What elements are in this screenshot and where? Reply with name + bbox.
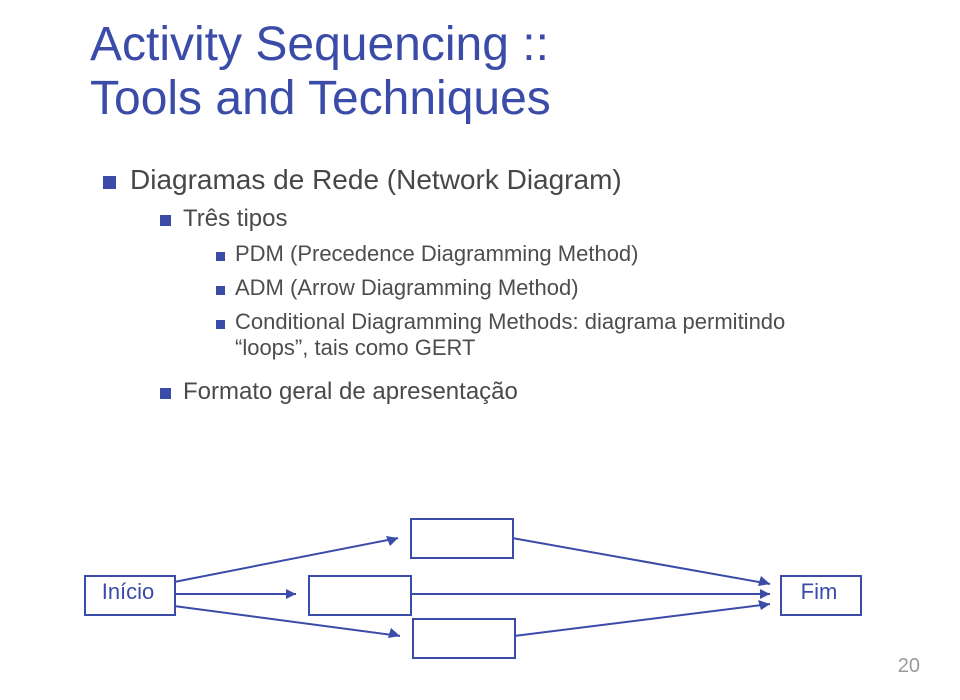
bullet-level3-conditional: Conditional Diagramming Methods: diagram… xyxy=(216,309,856,361)
bullet-level3-pdm: PDM (Precedence Diagramming Method) xyxy=(216,241,639,267)
bullet-text: Conditional Diagramming Methods: diagram… xyxy=(235,309,835,361)
bullet-level2-formato: Formato geral de apresentação xyxy=(160,378,518,406)
bullet-text: ADM (Arrow Diagramming Method) xyxy=(235,275,579,301)
bullet-text: Diagramas de Rede (Network Diagram) xyxy=(130,164,622,196)
bullet-level2-tres-tipos: Três tipos xyxy=(160,205,287,233)
bullet-text: Formato geral de apresentação xyxy=(183,378,518,406)
bullet-level3-adm: ADM (Arrow Diagramming Method) xyxy=(216,275,579,301)
bullet-square-icon xyxy=(160,215,171,226)
bullet-square-icon xyxy=(216,286,225,295)
title-line-1: Activity Sequencing :: xyxy=(90,18,549,71)
bullet-level1-network-diagram: Diagramas de Rede (Network Diagram) xyxy=(103,164,622,196)
bullet-square-icon xyxy=(103,176,116,189)
slide-title: Activity Sequencing :: Tools and Techniq… xyxy=(90,18,551,126)
network-diagram: Início Fim xyxy=(80,518,880,658)
bullet-square-icon xyxy=(216,252,225,261)
bullet-square-icon xyxy=(216,320,225,329)
page-number: 20 xyxy=(898,655,920,678)
bullet-text: Três tipos xyxy=(183,205,287,233)
diagram-arrows xyxy=(80,518,880,658)
title-line-2: Tools and Techniques xyxy=(90,72,551,125)
bullet-square-icon xyxy=(160,388,171,399)
bullet-text: PDM (Precedence Diagramming Method) xyxy=(235,241,639,267)
